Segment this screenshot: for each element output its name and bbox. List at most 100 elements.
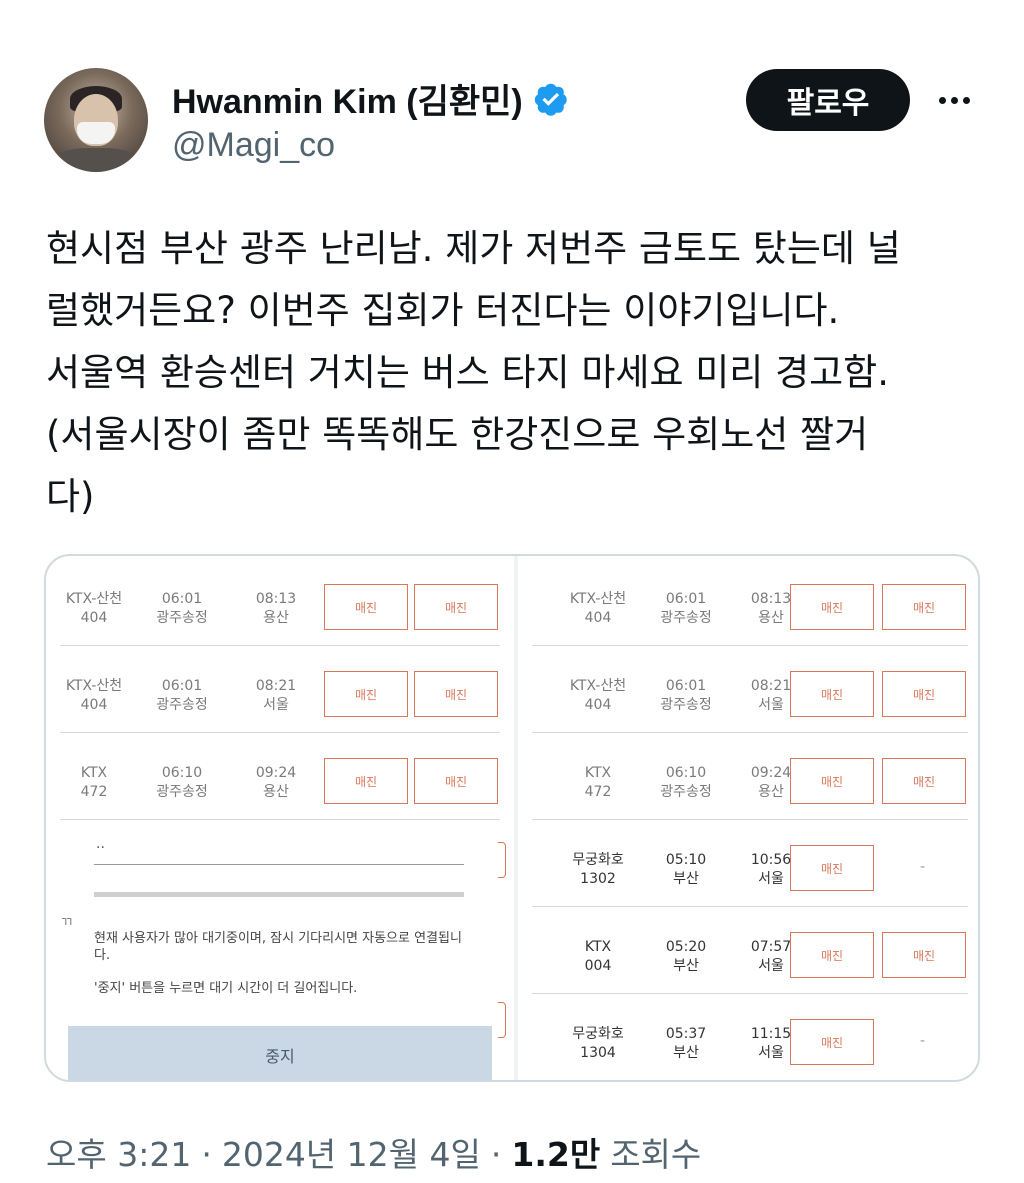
- departure-station: 광주송정: [660, 697, 712, 713]
- train-name: KTX-산천 404: [558, 590, 638, 628]
- attached-image[interactable]: KTX-산천 404 06:01 광주송정 08:13 용산 매진 매진 KTX-산천 404 06…: [44, 554, 980, 1082]
- sold-out-button[interactable]: 매진: [882, 671, 966, 717]
- sold-out-button[interactable]: 매진: [324, 758, 408, 804]
- train-number: 404: [584, 697, 612, 713]
- arrival-time: 08:21: [255, 678, 297, 694]
- train-number: 1302: [580, 871, 616, 887]
- sold-out-button[interactable]: 매진: [790, 671, 874, 717]
- departure: 06:01 광주송정: [142, 590, 222, 628]
- train-name: KTX 472: [54, 764, 134, 802]
- waiting-warning: '중지' 버튼을 누르면 대기 시간이 더 길어집니다.: [94, 981, 358, 996]
- train-row: KTX 472 06:10 광주송정 09:24 용산 매진 매진: [46, 734, 514, 820]
- departure-time: 06:01: [665, 678, 707, 694]
- departure-station: 광주송정: [660, 784, 712, 800]
- tweet-line: 서울역 환승센터 거치는 버스 타지 마세요 미리 경고함.: [46, 351, 889, 394]
- arrival: 08:13 용산: [241, 590, 311, 628]
- row-divider: [532, 818, 968, 820]
- departure: 06:01 광주송정: [646, 677, 726, 715]
- tweet-meta: 오후 3:21 · 2024년 12월 4일 · 1.2만 조회수: [46, 1128, 701, 1176]
- train-number: 1304: [580, 1045, 616, 1061]
- arrival-time: 08:13: [255, 591, 297, 607]
- departure-station: 부산: [673, 871, 699, 887]
- train-row: KTX-산천 404 06:01 광주송정 08:13 용산 매진 매진: [518, 560, 978, 646]
- sold-out-button[interactable]: 매진: [790, 845, 874, 891]
- tweet-line: (서울시장이 좀만 똑똑해도 한강진으로 우회노선 짤거: [46, 413, 869, 456]
- view-count-label: 조회수: [610, 1135, 702, 1174]
- departure-time: 05:10: [665, 852, 707, 868]
- partial-seat-button: [498, 1002, 506, 1038]
- more-horizontal-icon[interactable]: [932, 80, 976, 120]
- stop-button[interactable]: 중지: [68, 1026, 492, 1080]
- sold-out-button[interactable]: 매진: [414, 758, 498, 804]
- train-type: 무궁화호: [572, 1026, 624, 1042]
- row-divider: [532, 731, 968, 733]
- train-name: 무궁화호 1304: [558, 1025, 638, 1063]
- train-number: 472: [80, 784, 108, 800]
- unavailable-dash: -: [920, 1033, 926, 1049]
- partial-text: ㄲ: [60, 915, 73, 931]
- departure-time: 06:01: [665, 591, 707, 607]
- tweet-line: 럴했거든요? 이번주 집회가 터진다는 이야기입니다.: [46, 289, 840, 332]
- sold-out-button[interactable]: 매진: [882, 932, 966, 978]
- train-name: KTX-산천 404: [54, 677, 134, 715]
- train-type: KTX-산천: [65, 678, 123, 694]
- train-number: 404: [584, 610, 612, 626]
- verified-badge-icon: [534, 83, 567, 116]
- partial-seat-button: [498, 842, 506, 878]
- author-name-row: Hwanmin Kim (김환민): [172, 74, 569, 123]
- departure: 06:10 광주송정: [646, 764, 726, 802]
- tweet-time[interactable]: 오후 3:21: [46, 1128, 191, 1176]
- tweet-text: 현시점 부산 광주 난리남. 제가 저번주 금토도 탔는데 널 럴했거든요? 이…: [46, 218, 986, 528]
- arrival: 08:21 서울: [241, 677, 311, 715]
- meta-separator: ·: [490, 1135, 502, 1174]
- left-screenshot-panel: KTX-산천 404 06:01 광주송정 08:13 용산 매진 매진 KTX-산천 404 06…: [46, 556, 514, 1080]
- sold-out-button[interactable]: 매진: [324, 671, 408, 717]
- row-divider: [60, 644, 500, 646]
- train-row: KTX-산천 404 06:01 광주송정 08:21 서울 매진 매진: [518, 647, 978, 733]
- author-handle[interactable]: @Magi_co: [172, 126, 335, 165]
- train-type: 무궁화호: [572, 852, 624, 868]
- train-type: KTX-산천: [569, 678, 627, 694]
- sold-out-button[interactable]: 매진: [324, 584, 408, 630]
- train-type: KTX-산천: [65, 591, 123, 607]
- departure-time: 06:10: [665, 765, 707, 781]
- train-name: KTX-산천 404: [54, 590, 134, 628]
- tweet-date[interactable]: 2024년 12월 4일: [222, 1128, 481, 1176]
- display-name[interactable]: Hwanmin Kim (김환민): [172, 74, 523, 123]
- sold-out-button[interactable]: 매진: [790, 932, 874, 978]
- sold-out-button[interactable]: 매진: [414, 671, 498, 717]
- departure-station: 부산: [673, 1045, 699, 1061]
- train-type: KTX: [584, 765, 612, 781]
- row-divider: [532, 644, 968, 646]
- sold-out-button[interactable]: 매진: [790, 758, 874, 804]
- departure: 05:37 부산: [646, 1025, 726, 1063]
- train-name: KTX 004: [558, 938, 638, 976]
- right-screenshot-panel: KTX-산천 404 06:01 광주송정 08:13 용산 매진 매진 KTX-산천 404 06…: [518, 556, 978, 1080]
- departure-time: 05:37: [665, 1026, 707, 1042]
- departure-time: 06:01: [161, 678, 203, 694]
- departure-station: 광주송정: [156, 697, 208, 713]
- sold-out-button[interactable]: 매진: [790, 1019, 874, 1065]
- train-number: 472: [584, 784, 612, 800]
- dialog-divider: [94, 864, 464, 865]
- avatar[interactable]: [44, 68, 148, 172]
- departure-station: 광주송정: [156, 784, 208, 800]
- train-row: KTX-산천 404 06:01 광주송정 08:21 서울 매진 매진: [46, 647, 514, 733]
- departure: 06:01 광주송정: [142, 677, 222, 715]
- follow-button[interactable]: 팔로우: [746, 69, 910, 131]
- sold-out-button[interactable]: 매진: [414, 584, 498, 630]
- departure: 05:10 부산: [646, 851, 726, 889]
- arrival-station: 용산: [263, 610, 289, 626]
- row-divider: [532, 905, 968, 907]
- sold-out-button[interactable]: 매진: [882, 758, 966, 804]
- sold-out-button[interactable]: 매진: [882, 584, 966, 630]
- sold-out-button[interactable]: 매진: [790, 584, 874, 630]
- departure-station: 광주송정: [156, 610, 208, 626]
- departure-time: 05:20: [665, 939, 707, 955]
- train-number: 004: [584, 958, 612, 974]
- train-type: KTX: [80, 765, 108, 781]
- train-type: KTX: [584, 939, 612, 955]
- progress-bar: [94, 892, 464, 897]
- train-number: 404: [80, 610, 108, 626]
- waiting-message: 현재 사용자가 많아 대기중이며, 잠시 기다리시면 자동으로 연결됩니다.: [94, 931, 462, 963]
